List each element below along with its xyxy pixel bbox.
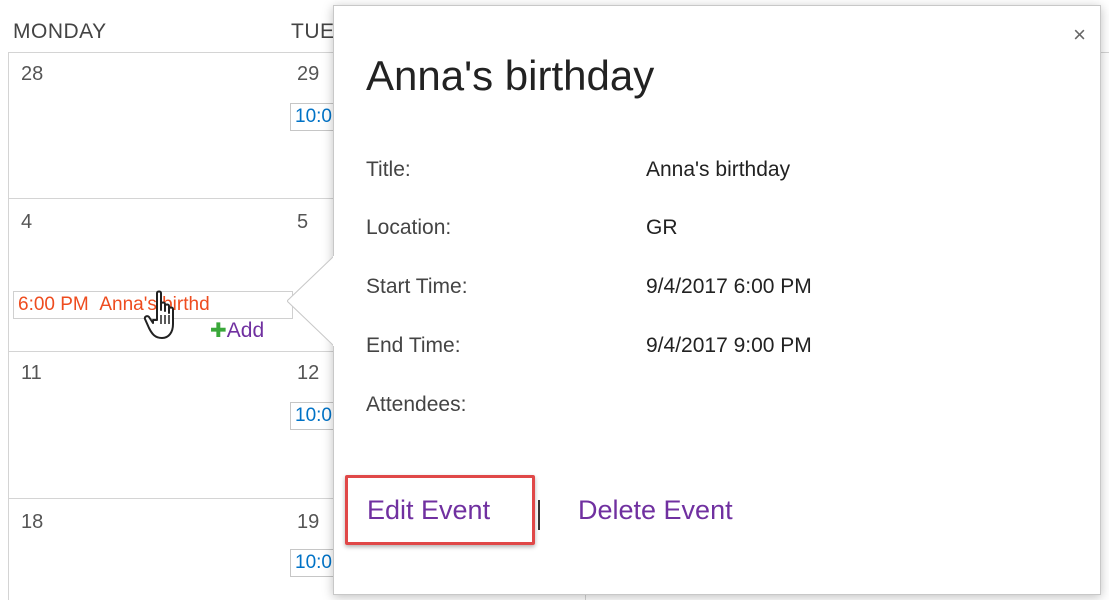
field-value-end-time: 9/4/2017 9:00 PM (646, 334, 812, 357)
day-number: 11 (21, 362, 42, 384)
day-cell-monday-11[interactable]: 11 (8, 352, 286, 499)
add-event-link[interactable]: ✚Add (210, 318, 264, 343)
field-value-title: Anna's birthday (646, 158, 791, 181)
hand-pointer-icon (143, 290, 183, 347)
add-label: Add (226, 319, 265, 342)
field-label-attendees: Attendees: (366, 393, 467, 416)
edit-event-link[interactable]: Edit Event (367, 495, 490, 526)
event-callout: × Anna's birthday Title: Anna's birthday… (333, 5, 1101, 595)
field-value-start-time: 9/4/2017 6:00 PM (646, 275, 812, 298)
day-number: 4 (21, 211, 33, 233)
column-header-tuesday: TUE (291, 20, 335, 43)
close-icon[interactable]: × (1073, 24, 1086, 46)
day-cell-monday-18[interactable]: 18 (8, 499, 286, 600)
day-number: 18 (21, 511, 44, 533)
delete-event-link[interactable]: Delete Event (578, 495, 733, 526)
day-cell-monday-28[interactable]: 28 (8, 53, 286, 199)
field-label-title: Title: (366, 158, 411, 181)
action-separator (538, 500, 540, 530)
day-number: 28 (21, 63, 44, 85)
day-number: 12 (297, 362, 320, 384)
plus-icon: ✚ (210, 320, 227, 342)
day-number: 29 (297, 63, 320, 85)
field-label-end-time: End Time: (366, 334, 461, 357)
day-number: 5 (297, 211, 309, 233)
field-value-location: GR (646, 216, 678, 239)
field-label-location: Location: (366, 216, 452, 239)
day-number: 19 (297, 511, 320, 533)
event-time: 6:00 PM (18, 294, 89, 315)
field-label-start-time: Start Time: (366, 275, 468, 298)
column-header-monday: MONDAY (13, 20, 107, 43)
callout-title: Anna's birthday (366, 52, 655, 99)
